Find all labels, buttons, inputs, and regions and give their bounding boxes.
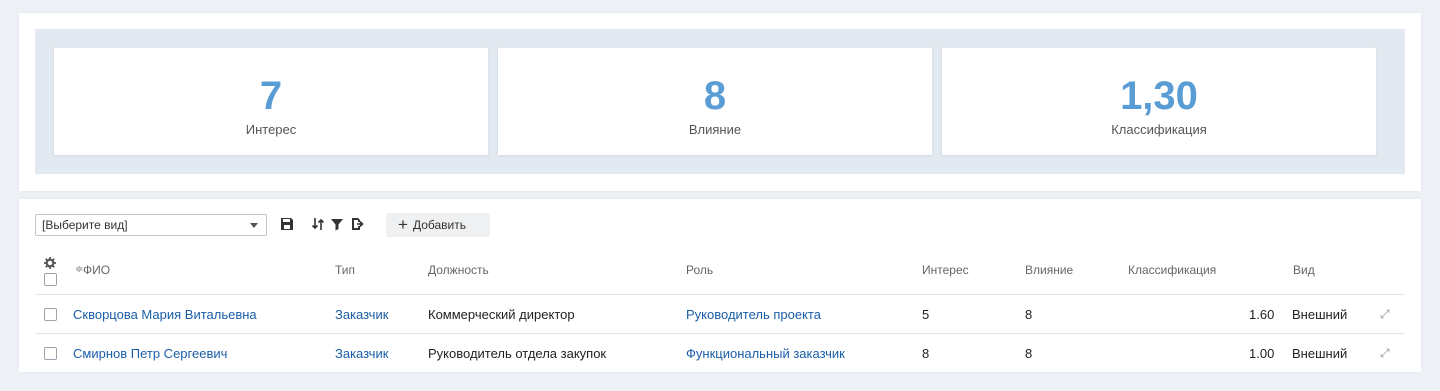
stakeholder-name-link[interactable]: Скворцова Мария Витальевна <box>73 307 257 322</box>
row-checkbox[interactable] <box>44 347 57 360</box>
column-header-interest[interactable]: Интерес <box>922 263 969 277</box>
stakeholder-interest: 5 <box>922 307 930 322</box>
stakeholder-view: Внешний <box>1292 346 1348 361</box>
column-header-view[interactable]: Вид <box>1293 263 1315 277</box>
sort-icon[interactable] <box>310 216 326 232</box>
stakeholder-position: Коммерческий директор <box>428 307 575 322</box>
stakeholder-influence: 8 <box>1025 346 1033 361</box>
gear-icon[interactable] <box>44 257 56 269</box>
add-button-label: Добавить <box>412 218 466 232</box>
metric-label: Классификация <box>1111 122 1207 137</box>
stakeholder-position: Руководитель отдела закупок <box>428 346 607 361</box>
stakeholder-influence: 8 <box>1025 307 1033 322</box>
metric-value: 8 <box>703 74 727 118</box>
export-icon[interactable] <box>349 216 365 232</box>
column-header-fio[interactable]: ФИО <box>83 263 110 277</box>
column-header-influence[interactable]: Влияние <box>1025 263 1073 277</box>
table-row: Скворцова Мария Витальевна Заказчик Комм… <box>35 294 1405 333</box>
metric-value: 7 <box>259 74 283 118</box>
filter-icon[interactable] <box>329 216 345 232</box>
column-header-type[interactable]: Тип <box>335 263 355 277</box>
expand-icon[interactable]: ⤢ <box>1380 307 1390 322</box>
column-header-position[interactable]: Должность <box>428 263 489 277</box>
metric-card-classification: 1,30 Классификация <box>942 48 1376 155</box>
table-toolbar: [Выберите вид] + Добавить <box>35 213 635 237</box>
stakeholder-role-link[interactable]: Руководитель проекта <box>686 307 821 322</box>
metrics-area: 7 Интерес 8 Влияние 1,30 Классификация <box>35 29 1405 174</box>
stakeholder-interest: 8 <box>922 346 930 361</box>
table-row: Смирнов Петр Сергеевич Заказчик Руководи… <box>35 333 1405 372</box>
table-header: ≑ ФИО Тип Должность Роль Интерес Влияние… <box>19 255 1421 295</box>
stakeholder-name-link[interactable]: Смирнов Петр Сергеевич <box>73 346 227 361</box>
metric-card-interest: 7 Интерес <box>54 48 488 155</box>
stakeholder-classification: 1.60 <box>1249 307 1275 322</box>
view-select-value: [Выберите вид] <box>42 218 128 232</box>
metrics-panel: 7 Интерес 8 Влияние 1,30 Классификация <box>19 13 1421 191</box>
stakeholder-classification: 1.00 <box>1249 346 1275 361</box>
metric-value: 1,30 <box>1120 74 1198 118</box>
row-checkbox[interactable] <box>44 308 57 321</box>
select-all-checkbox[interactable] <box>44 273 57 286</box>
stakeholder-view: Внешний <box>1292 307 1348 322</box>
stakeholder-type-link[interactable]: Заказчик <box>335 346 388 361</box>
metric-label: Влияние <box>688 122 742 137</box>
add-button[interactable]: + Добавить <box>386 213 490 237</box>
save-icon[interactable] <box>279 216 295 232</box>
view-select[interactable]: [Выберите вид] <box>35 214 267 236</box>
column-header-classification[interactable]: Классификация <box>1128 263 1216 277</box>
stakeholder-role-link[interactable]: Функциональный заказчик <box>686 346 845 361</box>
expand-icon[interactable]: ⤢ <box>1380 346 1390 361</box>
plus-icon: + <box>398 215 408 234</box>
stakeholder-type-link[interactable]: Заказчик <box>335 307 388 322</box>
metric-card-influence: 8 Влияние <box>498 48 932 155</box>
chevron-down-icon <box>250 223 258 228</box>
metric-label: Интерес <box>245 122 297 137</box>
column-header-role[interactable]: Роль <box>686 263 713 277</box>
stakeholders-panel: [Выберите вид] + Добавить ≑ ФИО Тип Долж… <box>19 199 1421 372</box>
